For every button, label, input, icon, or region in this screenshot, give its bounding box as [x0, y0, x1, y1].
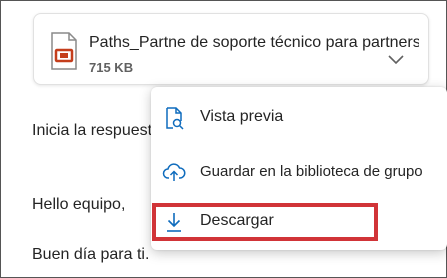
menu-item-save-to-group-library[interactable]: Guardar en la biblioteca de grupo	[151, 151, 447, 191]
attachment-file-name: Paths_Partne de soporte técnico para par…	[89, 34, 419, 51]
cloud-upload-icon	[162, 163, 186, 181]
preview-document-icon	[166, 107, 184, 130]
message-greeting: Hello equipo,	[32, 196, 126, 213]
reply-prompt: Inicia la respuesta:	[32, 122, 166, 139]
message-closing: Buen día para ti.	[32, 246, 150, 263]
menu-item-preview[interactable]: Vista previa	[151, 97, 447, 137]
download-highlight-box	[152, 203, 378, 241]
chevron-down-icon[interactable]	[387, 54, 405, 66]
menu-item-label: Guardar en la biblioteca de grupo	[200, 163, 423, 180]
menu-item-label: Vista previa	[200, 108, 284, 125]
powerpoint-file-icon	[51, 32, 77, 70]
attachment-file-size: 715 KB	[89, 60, 134, 75]
attachment-card[interactable]: Paths_Partne de soporte técnico para par…	[33, 13, 429, 85]
